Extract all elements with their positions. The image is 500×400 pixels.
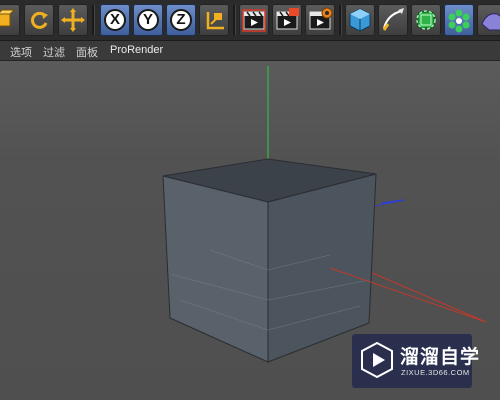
cube-object [162, 158, 377, 363]
render-view-icon[interactable] [239, 4, 269, 36]
menu-options[interactable]: 选项 [10, 44, 32, 60]
watermark-url: ZIXUE.3D66.COM [401, 368, 470, 377]
toolbar-separator [92, 5, 95, 35]
z-axis-lock-button[interactable]: Z [166, 4, 196, 36]
watermark-title: 溜溜自学 [400, 347, 481, 368]
watermark-logo: 溜溜自学 ZIXUE.3D66.COM [352, 334, 479, 388]
coordinate-system-icon[interactable] [199, 4, 229, 36]
z-axis-label: Z [176, 11, 186, 28]
move-icon[interactable] [58, 4, 88, 36]
toolbar-separator [339, 5, 342, 35]
deformer-icon[interactable] [477, 4, 500, 36]
3d-viewport[interactable]: 溜溜自学 ZIXUE.3D66.COM [0, 61, 500, 400]
toolbar-separator [233, 5, 236, 35]
model-mode-icon[interactable] [0, 4, 20, 36]
render-to-picture-viewer-icon[interactable] [272, 4, 302, 36]
y-axis-label: Y [142, 11, 153, 28]
viewport-menubar: 选项 过滤 面板 ProRender [0, 41, 500, 61]
y-axis-lock-button[interactable]: Y [133, 4, 163, 36]
menu-prorender[interactable]: ProRender [110, 44, 163, 56]
x-axis-lock-button[interactable]: X [100, 4, 130, 36]
cube-left-face [162, 175, 269, 363]
menu-filter[interactable]: 过滤 [43, 44, 65, 60]
menu-panel[interactable]: 面板 [76, 44, 98, 60]
rotate-icon[interactable] [24, 4, 54, 36]
cloner-mograph-icon[interactable] [444, 4, 474, 36]
cube-object-icon[interactable] [345, 4, 375, 36]
play-badge-icon [361, 341, 393, 379]
subdivision-surface-icon[interactable] [411, 4, 441, 36]
render-settings-icon[interactable] [305, 4, 335, 36]
main-toolbar: X Y Z [0, 0, 500, 41]
x-axis-label: X [109, 11, 120, 28]
pen-spline-icon[interactable] [378, 4, 408, 36]
